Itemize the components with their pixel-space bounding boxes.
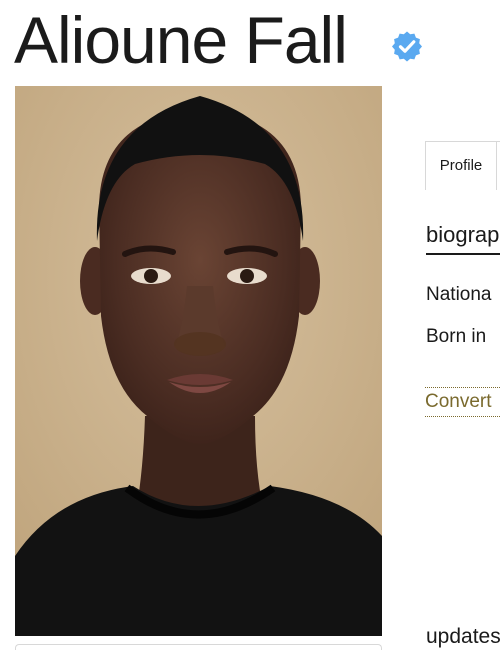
profile-tabs: Profile [425, 141, 500, 190]
page-title: Alioune Fall [14, 3, 348, 77]
photo-card-frame [15, 644, 382, 650]
profile-page: Alioune Fall Profile biograp Nationa Bor… [0, 0, 500, 650]
tab-profile[interactable]: Profile [425, 142, 497, 190]
biography-heading: biograp [426, 222, 500, 247]
updates-heading: updates [426, 625, 500, 648]
nationality-label: Nationa [426, 284, 492, 305]
portrait-image [15, 86, 382, 636]
verified-badge-icon [392, 31, 422, 62]
convert-link[interactable]: Convert [425, 387, 500, 417]
born-label: Born in [426, 326, 487, 347]
profile-photo[interactable] [15, 86, 382, 636]
biography-underline [426, 253, 500, 255]
